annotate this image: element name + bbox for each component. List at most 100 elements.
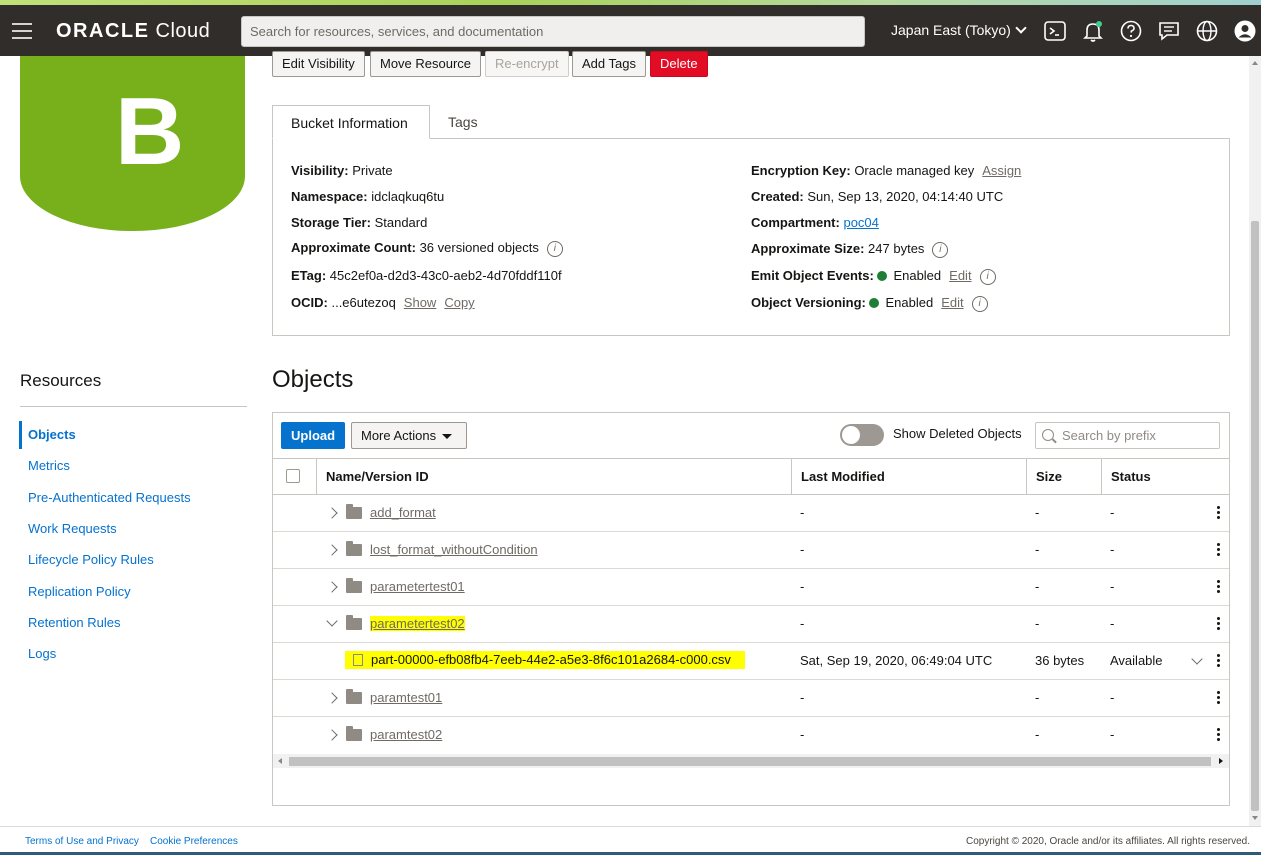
feedback-chat-icon[interactable] <box>1157 19 1181 43</box>
object-versioning-field: Object Versioning: Enabled Edit i <box>751 295 988 312</box>
copyright-text: Copyright © 2020, Oracle and/or its affi… <box>966 836 1250 847</box>
status-cell: Available <box>1110 653 1163 668</box>
last-modified-cell: - <box>800 727 805 742</box>
edit-emit-events-link[interactable]: Edit <box>949 268 971 283</box>
table-row[interactable]: paramtest01 - - - <box>273 680 1229 717</box>
delete-button[interactable]: Delete <box>650 51 708 77</box>
sidebar-item-metrics[interactable]: Metrics <box>28 458 70 473</box>
prefix-search-input[interactable] <box>1035 422 1220 449</box>
table-row[interactable]: paramtest02 - - - <box>273 717 1229 754</box>
last-modified-cell: Sat, Sep 19, 2020, 06:49:04 UTC <box>800 653 993 668</box>
created-field: Created: Sun, Sep 13, 2020, 04:14:40 UTC <box>751 189 1004 204</box>
row-actions-kebab-icon[interactable] <box>1217 543 1221 557</box>
add-tags-button[interactable]: Add Tags <box>572 51 646 77</box>
objects-heading: Objects <box>272 366 354 393</box>
sidebar-item-logs[interactable]: Logs <box>28 646 56 661</box>
bucket-icon: B <box>20 56 245 231</box>
size-cell: - <box>1035 505 1040 520</box>
info-icon[interactable]: i <box>546 240 563 257</box>
bucket-information-panel: Visibility: Private Namespace: idclaqkuq… <box>272 138 1230 336</box>
more-actions-dropdown[interactable]: More Actions <box>351 422 467 449</box>
folder-name-link[interactable]: lost_format_withoutCondition <box>370 532 538 568</box>
folder-name-link[interactable]: paramtest01 <box>370 680 442 716</box>
select-all-checkbox[interactable] <box>286 469 300 483</box>
ocid-show-link[interactable]: Show <box>404 295 437 310</box>
status-cell: - <box>1110 542 1115 557</box>
expand-chevron-icon[interactable] <box>326 692 338 704</box>
expand-chevron-icon[interactable] <box>326 581 338 593</box>
row-actions-kebab-icon[interactable] <box>1217 654 1221 668</box>
table-row[interactable]: add_format - - - <box>273 495 1229 532</box>
row-actions-kebab-icon[interactable] <box>1217 506 1221 520</box>
compartment-link[interactable]: poc04 <box>843 215 878 230</box>
resources-divider <box>20 406 247 407</box>
folder-icon <box>346 615 362 630</box>
ocid-copy-link[interactable]: Copy <box>444 295 474 310</box>
notifications-bell-icon[interactable] <box>1081 19 1105 43</box>
user-profile-icon[interactable] <box>1233 19 1257 43</box>
cookie-preferences-link[interactable]: Cookie Preferences <box>150 836 238 847</box>
table-row[interactable]: parametertest01 - - - <box>273 569 1229 606</box>
info-icon[interactable]: i <box>932 241 949 258</box>
folder-icon <box>346 504 362 519</box>
object-name[interactable]: part-00000-efb08fb4-7eeb-44e2-a5e3-8f6c1… <box>345 651 745 669</box>
folder-name-link[interactable]: add_format <box>370 495 436 531</box>
table-row[interactable]: lost_format_withoutCondition - - - <box>273 532 1229 569</box>
info-icon[interactable]: i <box>971 295 988 312</box>
edit-visibility-button[interactable]: Edit Visibility <box>272 51 365 77</box>
tab-bucket-information[interactable]: Bucket Information <box>272 105 430 139</box>
cloud-shell-icon[interactable] <box>1043 19 1067 43</box>
row-actions-kebab-icon[interactable] <box>1217 580 1221 594</box>
column-header-name[interactable]: Name/Version ID <box>316 459 791 495</box>
folder-name-link[interactable]: parametertest02 <box>370 606 465 642</box>
assign-key-link[interactable]: Assign <box>982 163 1021 178</box>
sidebar-item-work-requests[interactable]: Work Requests <box>28 521 117 536</box>
row-actions-kebab-icon[interactable] <box>1217 728 1221 742</box>
row-actions-kebab-icon[interactable] <box>1217 691 1221 705</box>
sidebar-item-pre-authenticated-requests[interactable]: Pre-Authenticated Requests <box>28 490 191 505</box>
column-header-size[interactable]: Size <box>1026 459 1101 495</box>
size-cell: - <box>1035 579 1040 594</box>
approximate-size-field: Approximate Size: 247 bytes i <box>751 241 949 258</box>
terms-link[interactable]: Terms of Use and Privacy <box>25 836 139 847</box>
show-deleted-objects-toggle[interactable] <box>840 424 884 446</box>
global-search-input[interactable] <box>241 16 865 47</box>
page-vertical-scrollbar[interactable] <box>1249 56 1261 826</box>
oracle-cloud-logo[interactable]: ORACLE Cloud <box>56 20 210 43</box>
row-actions-kebab-icon[interactable] <box>1217 617 1221 631</box>
move-resource-button[interactable]: Move Resource <box>370 51 482 77</box>
folder-name-link[interactable]: paramtest02 <box>370 717 442 753</box>
sidebar-item-lifecycle-policy-rules[interactable]: Lifecycle Policy Rules <box>28 552 154 567</box>
sidebar-item-objects[interactable]: Objects <box>28 427 76 442</box>
collapse-chevron-icon[interactable] <box>326 615 338 627</box>
column-header-status[interactable]: Status <box>1101 459 1229 495</box>
resources-title: Resources <box>20 371 102 390</box>
region-selector[interactable]: Japan East (Tokyo) <box>891 22 1027 38</box>
table-row[interactable]: parametertest02 - - - <box>273 606 1229 643</box>
language-globe-icon[interactable] <box>1195 19 1219 43</box>
table-row[interactable]: part-00000-efb08fb4-7eeb-44e2-a5e3-8f6c1… <box>273 643 1229 680</box>
column-header-last-modified[interactable]: Last Modified <box>791 459 1026 495</box>
help-icon[interactable] <box>1119 19 1143 43</box>
expand-versions-chevron-icon[interactable] <box>1191 653 1203 665</box>
expand-chevron-icon[interactable] <box>326 544 338 556</box>
status-cell: - <box>1110 505 1115 520</box>
show-deleted-objects-label: Show Deleted Objects <box>893 426 1022 441</box>
edit-versioning-link[interactable]: Edit <box>941 295 963 310</box>
info-icon[interactable]: i <box>979 268 996 285</box>
expand-chevron-icon[interactable] <box>326 507 338 519</box>
size-cell: - <box>1035 727 1040 742</box>
visibility-field: Visibility: Private <box>291 163 393 178</box>
page-footer: Terms of Use and Privacy Cookie Preferen… <box>0 826 1261 855</box>
table-horizontal-scrollbar[interactable] <box>273 754 1229 768</box>
hamburger-menu-icon[interactable] <box>12 23 32 39</box>
folder-name-link[interactable]: parametertest01 <box>370 569 465 605</box>
expand-chevron-icon[interactable] <box>326 729 338 741</box>
size-cell: 36 bytes <box>1035 653 1085 668</box>
sidebar-item-retention-rules[interactable]: Retention Rules <box>28 615 121 630</box>
upload-button[interactable]: Upload <box>281 422 346 449</box>
status-cell: - <box>1110 690 1115 705</box>
sidebar-item-replication-policy[interactable]: Replication Policy <box>28 584 131 599</box>
tab-tags[interactable]: Tags <box>430 105 496 139</box>
encryption-key-field: Encryption Key: Oracle managed key Assign <box>751 163 1022 178</box>
